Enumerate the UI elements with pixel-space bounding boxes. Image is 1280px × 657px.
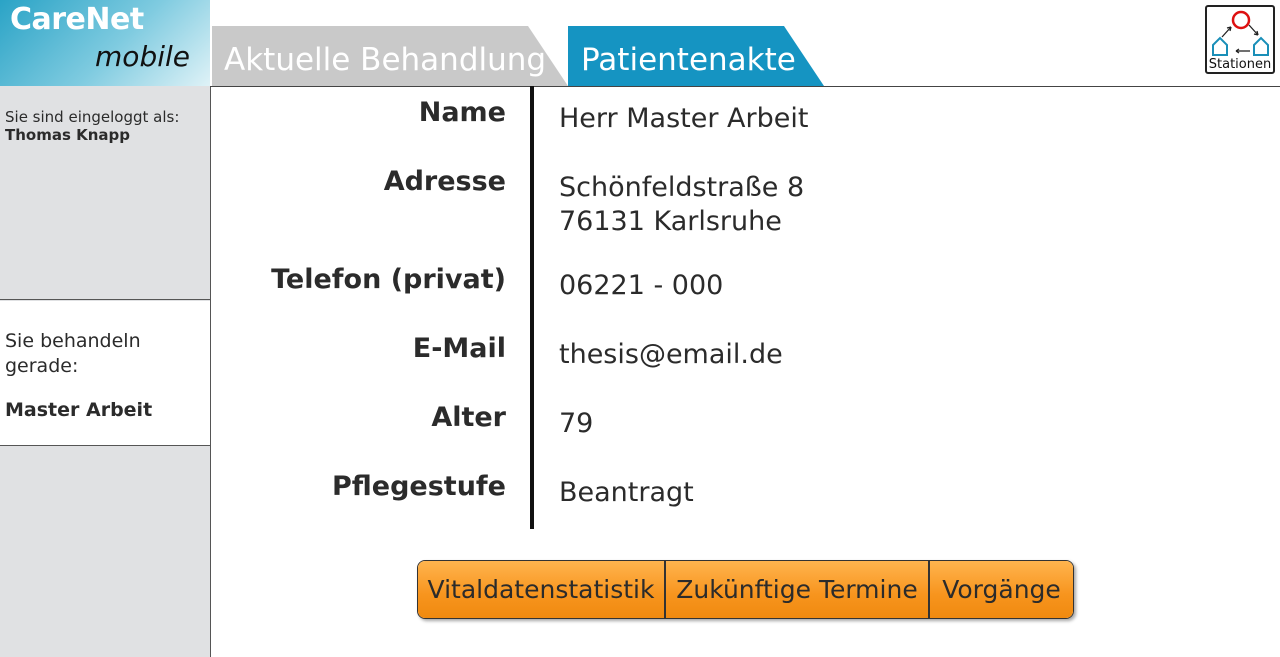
age-label: Alter [431,402,506,433]
email-value: thesis@email.de [559,339,783,370]
address-label: Adresse [383,166,506,197]
care-level-value: Beantragt [559,477,694,508]
stations-icon [1212,10,1269,56]
tab-aktuelle-behandlung[interactable]: Aktuelle Behandlung [212,26,568,86]
vitals-statistics-button[interactable]: Vitaldatenstatistik [418,561,664,618]
login-info: Sie sind eingeloggt als: Thomas Knapp [0,86,210,300]
cases-button[interactable]: Vorgänge [928,561,1073,618]
treating-label: Sie behandeln gerade: [5,330,141,377]
app-title: CareNet [10,2,144,37]
address-line2: 76131 Karlsruhe [559,206,782,237]
name-label: Name [418,97,506,128]
age-value: 79 [559,408,594,439]
login-label: Sie sind eingeloggt als: [5,108,180,126]
stations-label: Stationen [1208,57,1272,72]
care-level-label: Pflegestufe [331,471,506,502]
phone-value: 06221 - 000 [559,270,724,301]
stations-button[interactable]: Stationen [1205,5,1275,74]
future-appointments-button[interactable]: Zukünftige Termine [664,561,928,618]
app-subtitle: mobile [95,40,190,73]
email-label: E-Mail [412,333,506,364]
tab-patientenakte[interactable]: Patientenakte [568,26,824,86]
tab-label: Patientenakte [581,42,796,78]
current-patient-box: Sie behandeln gerade: Master Arbeit [0,301,210,446]
tab-divider [210,86,1280,87]
address-line1: Schönfeldstraße 8 [559,172,805,203]
record-divider [530,86,534,529]
user-name: Thomas Knapp [5,126,131,144]
name-value: Herr Master Arbeit [559,103,809,134]
phone-label: Telefon (privat) [271,264,506,295]
action-button-bar: Vitaldatenstatistik Zukünftige Termine V… [417,560,1074,619]
sidebar: Sie sind eingeloggt als: Thomas Knapp Si… [0,86,211,657]
app-logo: CareNet mobile [0,0,210,86]
tab-label: Aktuelle Behandlung [224,42,547,78]
current-patient-name: Master Arbeit [5,399,153,421]
